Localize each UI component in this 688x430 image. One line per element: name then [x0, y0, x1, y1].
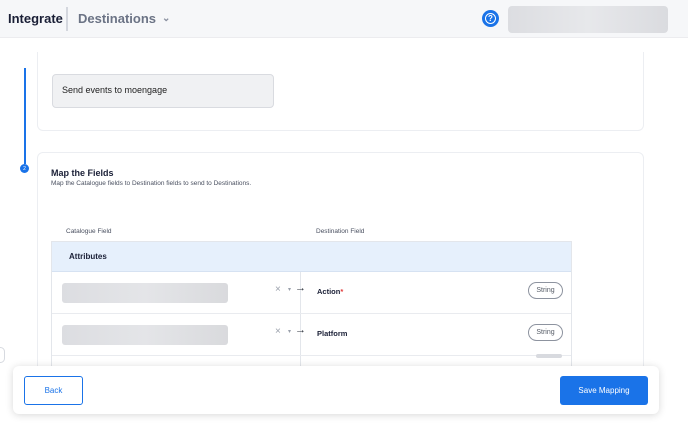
- type-badge-partial: [536, 354, 562, 358]
- side-scroll-handle[interactable]: [0, 347, 5, 363]
- type-badge: String: [528, 324, 563, 341]
- table-row: × ▾ → Platform String: [52, 314, 571, 356]
- destinations-menu-label: Destinations: [78, 11, 157, 26]
- section-subtitle: Map the Catalogue fields to Destination …: [51, 180, 252, 187]
- clear-icon[interactable]: ×: [275, 327, 281, 337]
- mapping-table: Attributes × ▾ → Action* String × ▾ → Pl…: [51, 241, 572, 381]
- column-header-catalogue: Catalogue Field: [66, 228, 112, 235]
- app-name[interactable]: Integrate: [8, 11, 63, 26]
- required-marker: *: [340, 287, 344, 296]
- type-badge: String: [528, 282, 563, 299]
- back-button[interactable]: Back: [24, 376, 83, 405]
- save-mapping-button[interactable]: Save Mapping: [560, 376, 648, 405]
- dropdown-caret-icon[interactable]: ▾: [288, 287, 291, 293]
- map-fields-card: Map the Fields Map the Catalogue fields …: [37, 152, 644, 382]
- dropdown-caret-icon[interactable]: ▾: [288, 329, 291, 335]
- chevron-down-icon: ⌄: [162, 13, 171, 24]
- destination-field-name: Action*: [317, 287, 344, 296]
- stepper-line: [24, 68, 26, 164]
- destinations-menu[interactable]: Destinations ⌄: [78, 11, 170, 26]
- help-button[interactable]: ?: [482, 10, 499, 27]
- clear-icon[interactable]: ×: [275, 285, 281, 295]
- arrow-right-icon: →: [295, 282, 306, 294]
- destination-field-name: Platform: [317, 329, 348, 338]
- footer-action-bar: Back Save Mapping: [13, 366, 659, 414]
- top-bar: Integrate Destinations ⌄ ?: [0, 0, 688, 38]
- catalogue-field-select-blurred[interactable]: [62, 325, 228, 345]
- attributes-label: Attributes: [69, 252, 107, 261]
- event-name-field[interactable]: Send events to moengage: [52, 74, 274, 108]
- header-divider: [66, 7, 68, 31]
- attributes-group-header: Attributes: [52, 242, 571, 272]
- catalogue-field-select-blurred[interactable]: [62, 283, 228, 303]
- column-header-destination: Destination Field: [316, 228, 365, 235]
- event-card: Send events to moengage: [37, 52, 644, 131]
- table-row: × ▾ → Action* String: [52, 272, 571, 314]
- arrow-right-icon: →: [295, 324, 306, 336]
- section-title: Map the Fields: [51, 168, 114, 178]
- question-mark-icon: ?: [485, 13, 496, 24]
- user-profile-blurred[interactable]: [508, 6, 668, 33]
- step-number-badge: 2: [20, 164, 29, 173]
